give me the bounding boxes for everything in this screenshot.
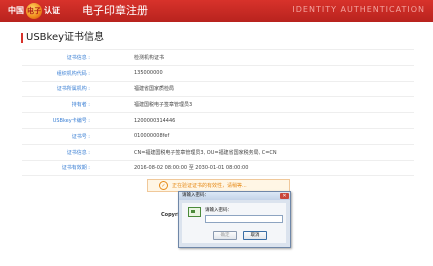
cancel-button[interactable]: 取消 <box>243 231 267 240</box>
info-row-cert-subject: 证书信息 CN=福建国税电子签章管理员3, OU=福建省国家税务局, C=CN <box>22 145 414 161</box>
info-value: CN=福建国税电子签章管理员3, OU=福建省国家税务局, C=CN <box>134 149 277 156</box>
password-input[interactable] <box>205 215 283 223</box>
info-row-org-code: 组织机构代码 135000000 <box>22 66 414 82</box>
password-dialog: 请输入密码： ✕ 请输入密码： 确定 取消 <box>178 191 291 248</box>
info-value: 福建省国家质检局 <box>134 86 175 93</box>
info-row-validity: 证书有效期 2016-08-02 08:00:00 至 2030-01-01 0… <box>22 161 414 177</box>
password-label: 请输入密码： <box>205 208 232 213</box>
info-value: 福建国税电子签章管理员3 <box>134 102 193 109</box>
header-tagline: IDENTITY AUTHENTICATION <box>292 5 425 14</box>
certificate-info-table: 证书信息 检测机构证书 组织机构代码 135000000 证书所属机构 福建省国… <box>22 49 414 177</box>
dialog-titlebar[interactable]: 请输入密码： ✕ <box>179 192 290 200</box>
section-accent <box>21 33 23 43</box>
logo-emblem: 电子 <box>26 3 42 19</box>
logo-text-left: 中国 <box>8 6 24 15</box>
confirm-button[interactable]: 确定 <box>213 231 237 240</box>
check-circle-icon: ✓ <box>159 181 168 190</box>
close-icon[interactable]: ✕ <box>280 193 289 199</box>
app-title: 电子印章注册 <box>82 4 148 17</box>
dialog-title: 请输入密码： <box>182 193 209 198</box>
dialog-body: 请输入密码： 确定 取消 <box>182 203 286 243</box>
info-label: 证书号 <box>22 133 92 140</box>
alert-text: 正在验证证书的有效性，请稍等... <box>172 183 247 189</box>
app-header: 中国 电子 认证 电子印章注册 IDENTITY AUTHENTICATION <box>0 0 433 22</box>
info-value: 135000000 <box>134 70 163 77</box>
info-label: 证书信息 <box>22 54 92 61</box>
info-value: 1200000314446 <box>134 117 176 124</box>
logo: 中国 电子 认证 <box>8 3 60 19</box>
info-row-usbkey-number: USBkey卡编号 1200000314446 <box>22 113 414 129</box>
info-row-issuer: 证书所属机构 福建省国家质检局 <box>22 82 414 98</box>
info-value: 010000008fef <box>134 133 170 140</box>
info-row-cert-number: 证书号 010000008fef <box>22 129 414 145</box>
info-row-holder: 持有者 福建国税电子签章管理员3 <box>22 97 414 114</box>
info-label: 组织机构代码 <box>22 70 92 77</box>
info-label: 证书所属机构 <box>22 85 92 92</box>
logo-text-right: 认证 <box>44 6 60 15</box>
usb-key-icon <box>188 207 201 217</box>
section-title: USBkey证书信息 <box>26 32 105 43</box>
info-value: 2016-08-02 08:00:00 至 2030-01-01 08:00:0… <box>134 165 249 172</box>
info-value: 检测机构证书 <box>134 54 165 61</box>
info-label: 证书有效期 <box>22 164 92 171</box>
info-label: 证书信息 <box>22 149 92 156</box>
info-row-cert-info: 证书信息 检测机构证书 <box>22 50 414 66</box>
info-label: 持有者 <box>22 101 92 108</box>
info-label: USBkey卡编号 <box>22 117 92 124</box>
